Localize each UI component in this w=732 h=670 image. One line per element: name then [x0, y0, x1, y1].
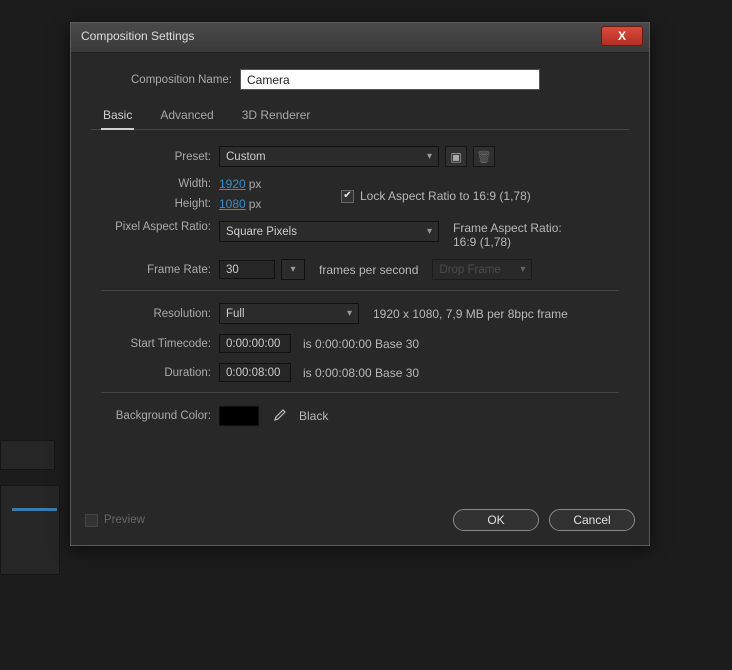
- composition-name-input[interactable]: [240, 69, 540, 90]
- framerate-dropdown[interactable]: ▾: [281, 259, 305, 280]
- preset-label: Preset:: [91, 151, 219, 163]
- preview-checkbox: [85, 514, 98, 527]
- save-preset-button[interactable]: ▣: [445, 146, 467, 167]
- height-value[interactable]: 1080: [219, 197, 246, 211]
- resolution-label: Resolution:: [91, 308, 219, 320]
- width-value[interactable]: 1920: [219, 177, 246, 191]
- tab-bar: Basic Advanced 3D Renderer: [91, 100, 629, 130]
- width-unit: px: [249, 177, 262, 191]
- duration-input[interactable]: 0:00:08:00: [219, 363, 291, 382]
- resolution-value: Full: [226, 308, 245, 320]
- dropframe-value: Drop Frame: [439, 264, 500, 276]
- tab-3d-renderer[interactable]: 3D Renderer: [240, 104, 313, 129]
- close-icon: X: [618, 29, 626, 43]
- tab-advanced[interactable]: Advanced: [158, 104, 215, 129]
- dropframe-select: Drop Frame ▾: [432, 259, 532, 280]
- preview-checkbox-group: Preview: [85, 514, 145, 527]
- height-label: Height:: [91, 198, 219, 210]
- background-toolbar: [0, 440, 55, 470]
- close-button[interactable]: X: [601, 26, 643, 46]
- bgcolor-name: Black: [299, 409, 328, 423]
- tab-basic[interactable]: Basic: [101, 104, 134, 130]
- trash-icon: 🗑: [476, 150, 491, 164]
- background-highlight: [12, 508, 57, 511]
- par-label: Pixel Aspect Ratio:: [91, 221, 219, 233]
- framerate-label: Frame Rate:: [91, 264, 219, 276]
- separator: [101, 290, 619, 291]
- eyedropper-icon: [272, 409, 286, 423]
- start-tc-info: is 0:00:00:00 Base 30: [303, 337, 419, 351]
- start-tc-value: 0:00:00:00: [226, 338, 280, 350]
- duration-info: is 0:00:08:00 Base 30: [303, 366, 419, 380]
- chevron-down-icon: ▾: [290, 264, 295, 275]
- delete-preset-button: 🗑: [473, 146, 495, 167]
- preview-label: Preview: [104, 514, 145, 526]
- dialog-titlebar[interactable]: Composition Settings X: [71, 23, 649, 53]
- background-panel: [0, 485, 60, 575]
- height-unit: px: [249, 197, 262, 211]
- dialog-title: Composition Settings: [81, 29, 194, 43]
- par-value: Square Pixels: [226, 226, 297, 238]
- framerate-input[interactable]: 30: [219, 260, 275, 279]
- bgcolor-label: Background Color:: [91, 410, 219, 422]
- resolution-select[interactable]: Full ▾: [219, 303, 359, 324]
- chevron-down-icon: ▾: [347, 308, 352, 319]
- eyedropper-button[interactable]: [267, 405, 291, 427]
- dialog-footer: Preview OK Cancel: [71, 499, 649, 545]
- lock-aspect-checkbox[interactable]: [341, 190, 354, 203]
- preset-select[interactable]: Custom ▾: [219, 146, 439, 167]
- save-icon: ▣: [450, 150, 461, 164]
- duration-label: Duration:: [91, 367, 219, 379]
- lock-aspect-label: Lock Aspect Ratio to 16:9 (1,78): [360, 189, 531, 203]
- start-tc-label: Start Timecode:: [91, 338, 219, 350]
- start-timecode-input[interactable]: 0:00:00:00: [219, 334, 291, 353]
- chevron-down-icon: ▾: [520, 264, 525, 275]
- resolution-info: 1920 x 1080, 7,9 MB per 8bpc frame: [373, 307, 568, 321]
- chevron-down-icon: ▾: [427, 226, 432, 237]
- fps-text: frames per second: [319, 263, 418, 277]
- framerate-value: 30: [226, 264, 239, 276]
- preset-value: Custom: [226, 151, 266, 163]
- pixel-aspect-select[interactable]: Square Pixels ▾: [219, 221, 439, 242]
- ok-button[interactable]: OK: [453, 509, 539, 531]
- background-color-swatch[interactable]: [219, 406, 259, 426]
- comp-name-label: Composition Name:: [131, 74, 240, 86]
- width-label: Width:: [91, 178, 219, 190]
- cancel-button[interactable]: Cancel: [549, 509, 635, 531]
- duration-value: 0:00:08:00: [226, 367, 280, 379]
- chevron-down-icon: ▾: [427, 151, 432, 162]
- separator: [101, 392, 619, 393]
- composition-settings-dialog: Composition Settings X Composition Name:…: [70, 22, 650, 546]
- frame-aspect-value: 16:9 (1,78): [453, 235, 562, 249]
- frame-aspect-label: Frame Aspect Ratio:: [453, 221, 562, 235]
